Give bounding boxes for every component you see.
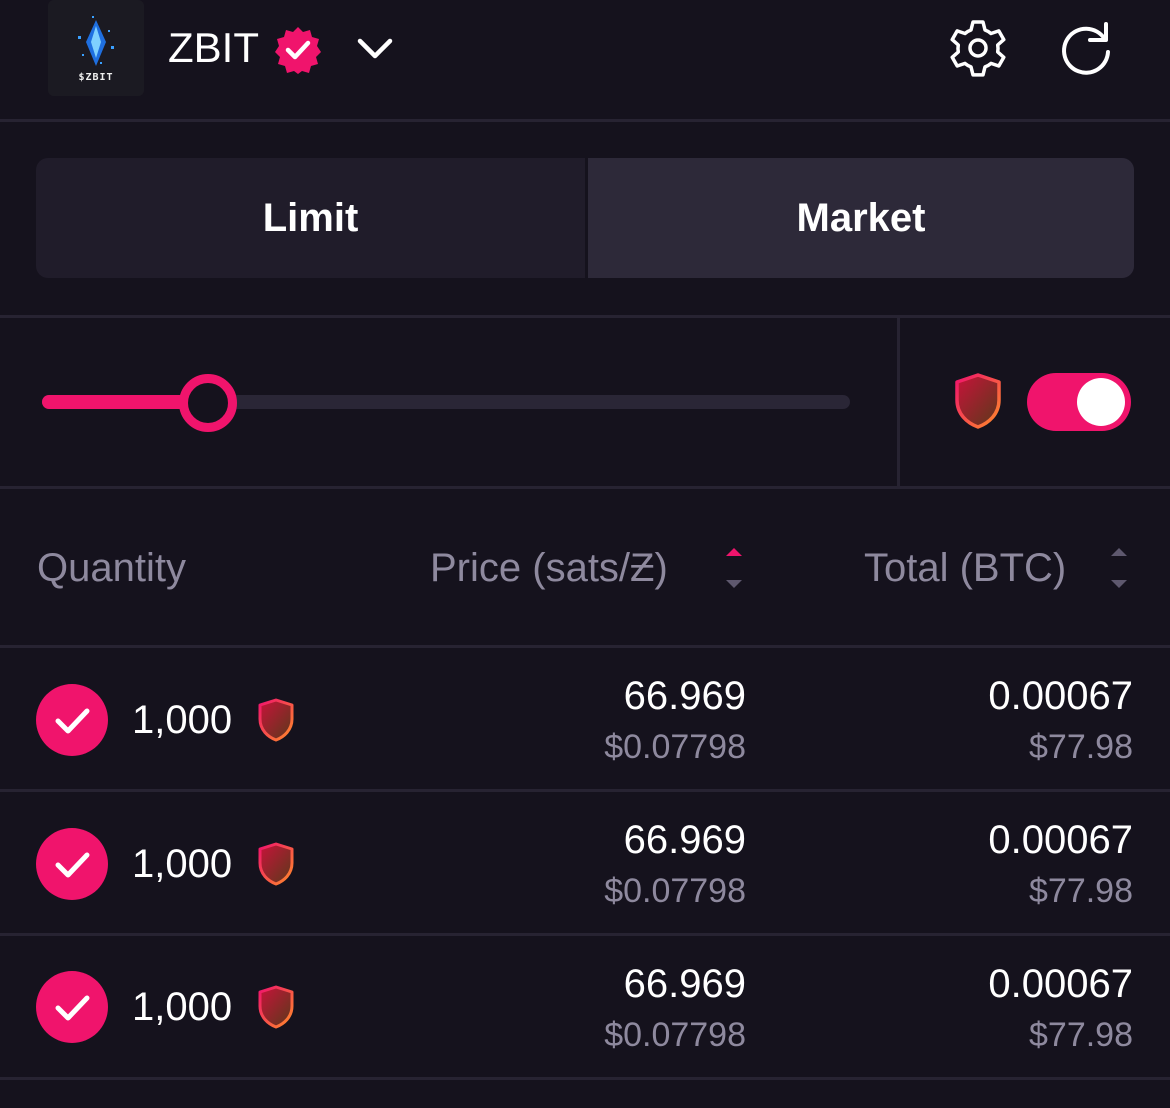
tab-market[interactable]: Market <box>585 158 1134 278</box>
shield-icon <box>258 698 294 742</box>
row-price: 66.969 <box>623 818 746 862</box>
row-price: 66.969 <box>623 674 746 718</box>
row-quantity: 1,000 <box>132 698 233 742</box>
column-header-price[interactable]: Price (sats/Ƶ) <box>430 542 668 594</box>
column-header-quantity[interactable]: Quantity <box>37 542 186 594</box>
divider <box>0 486 1170 489</box>
top-header: $ZBIT ZBIT <box>0 0 1170 122</box>
row-total-usd: $77.98 <box>1029 1016 1133 1054</box>
column-header-total[interactable]: Total (BTC) <box>864 542 1066 594</box>
divider <box>0 1077 1170 1080</box>
row-total: 0.00067 <box>988 962 1133 1006</box>
row-quantity: 1,000 <box>132 842 233 886</box>
chevron-down-icon[interactable] <box>352 26 398 72</box>
table-row[interactable]: 1,000 66.969 $0.07798 0.00067 $77.98 <box>0 936 1170 1080</box>
row-quantity: 1,000 <box>132 985 233 1029</box>
sort-icon[interactable] <box>1107 544 1131 594</box>
shield-icon <box>258 842 294 886</box>
row-total-usd: $77.98 <box>1029 728 1133 766</box>
row-checkbox[interactable] <box>36 828 108 900</box>
verified-badge-icon <box>275 27 321 74</box>
gear-icon[interactable] <box>946 16 1010 80</box>
row-total: 0.00067 <box>988 674 1133 718</box>
row-price: 66.969 <box>623 962 746 1006</box>
row-total: 0.00067 <box>988 818 1133 862</box>
table-row[interactable]: 1,000 66.969 $0.07798 0.00067 $77.98 <box>0 648 1170 792</box>
sort-ascending-icon[interactable] <box>722 544 746 594</box>
checkmark-icon <box>55 852 90 878</box>
row-price-usd: $0.07798 <box>604 728 746 766</box>
divider <box>0 315 1170 318</box>
divider-vertical <box>897 318 900 488</box>
row-price-usd: $0.07798 <box>604 1016 746 1054</box>
amount-slider-thumb[interactable] <box>178 374 237 432</box>
checkmark-icon <box>55 708 90 734</box>
row-checkbox[interactable] <box>36 971 108 1043</box>
checkmark-icon <box>55 995 90 1021</box>
row-total-usd: $77.98 <box>1029 872 1133 910</box>
order-type-selector: Limit Market <box>36 158 1134 278</box>
row-checkbox[interactable] <box>36 684 108 756</box>
table-row[interactable]: 1,000 66.969 $0.07798 0.00067 $77.98 <box>0 792 1170 936</box>
logo-text: $ZBIT <box>78 72 114 83</box>
token-logo[interactable]: $ZBIT <box>48 0 144 96</box>
shield-icon <box>955 373 1001 429</box>
tab-limit[interactable]: Limit <box>36 158 585 278</box>
refresh-icon[interactable] <box>1056 16 1116 80</box>
row-price-usd: $0.07798 <box>604 872 746 910</box>
toggle-knob <box>1077 378 1125 426</box>
shield-icon <box>258 985 294 1029</box>
token-name[interactable]: ZBIT <box>168 22 259 74</box>
protection-toggle[interactable] <box>1027 373 1131 431</box>
